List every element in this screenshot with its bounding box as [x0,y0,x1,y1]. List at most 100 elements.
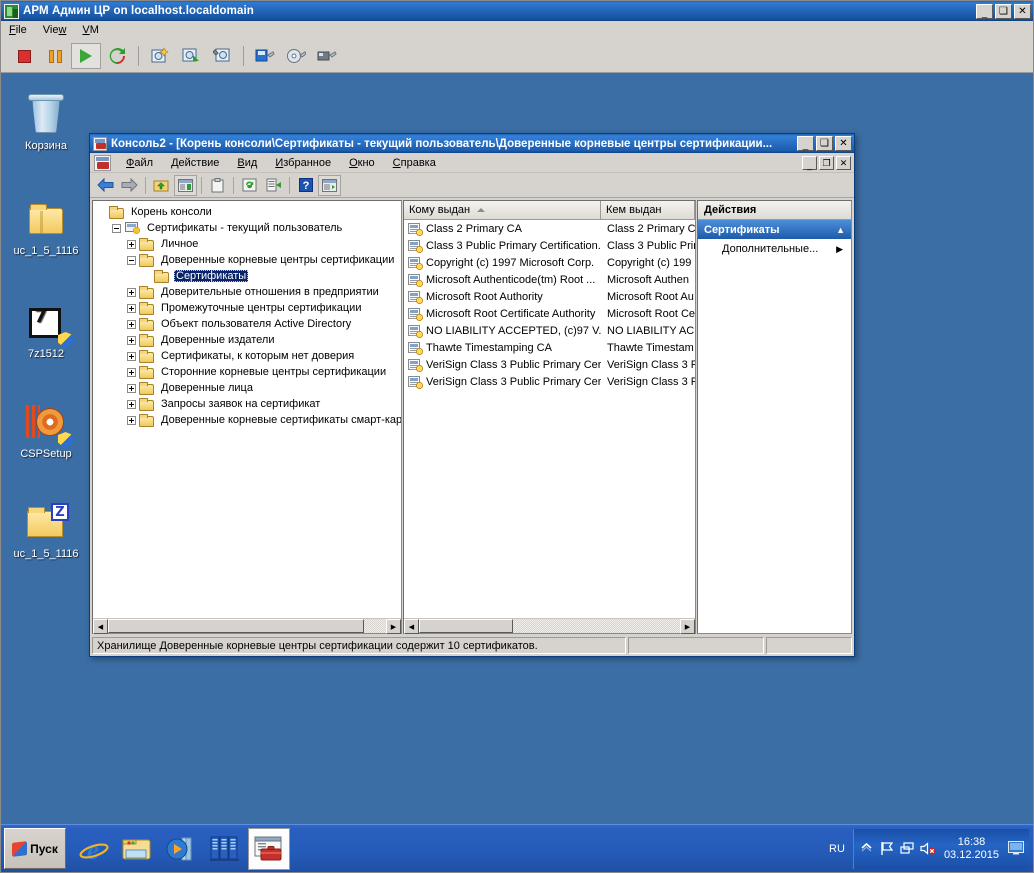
vm-menu-file[interactable]: File [9,24,27,36]
list-scroll-left-button[interactable]: ◀ [404,619,419,634]
expand-icon[interactable] [127,319,136,329]
vm-menu-vm[interactable]: VM [82,24,99,36]
mmc-system-menu-icon[interactable] [94,154,111,171]
tree-item[interactable]: Сертификаты - текущий пользователь [97,220,401,236]
tree-scroll-track[interactable] [108,619,386,633]
tray-show-hidden-icon[interactable] [860,841,875,856]
desktop-icon-uc-zip[interactable]: Z uc_1_5_1116 [3,503,89,561]
expand-icon[interactable] [127,335,136,345]
menu-window[interactable]: Окно [340,157,384,169]
tree-item[interactable]: Доверенные издатели [97,332,401,348]
tray-flag-icon[interactable] [880,841,895,856]
tree-scroll-left-button[interactable]: ◀ [93,619,108,634]
desktop[interactable]: Корзина uc_1_5_1116 7 7z1512 CSPSetup Z … [1,73,1033,872]
tree-item[interactable]: Объект пользователя Active Directory [97,316,401,332]
table-row[interactable]: Microsoft Root Certificate Authority Micr… [404,305,695,322]
reset-button[interactable] [102,43,132,69]
taskbar-media-player[interactable] [160,828,202,870]
tree-hscrollbar[interactable]: ◀ ▶ [93,618,401,634]
console-tree[interactable]: Корень консоли Сертификаты - текущий поль… [93,201,401,618]
chevron-up-icon[interactable]: ▲ [836,225,845,235]
expand-icon[interactable] [127,287,136,297]
menu-view[interactable]: Вид [228,157,266,169]
expand-icon[interactable] [127,367,136,377]
table-row[interactable]: Copyright (c) 1997 Microsoft Corp. Copyri… [404,254,695,271]
tray-language-indicator[interactable]: RU [825,843,853,855]
forward-button[interactable] [118,175,141,196]
mmc-minimize-button[interactable]: _ [797,136,814,151]
snapshot-take-button[interactable] [145,43,175,69]
refresh-button[interactable] [238,175,261,196]
action-more[interactable]: Дополнительные... ▶ [698,239,851,259]
tree-item[interactable]: Сертификаты, к которым нет доверия [97,348,401,364]
mmc-maximize-button[interactable]: ❑ [816,136,833,151]
show-hide-tree-button[interactable] [174,174,197,196]
tree-item[interactable]: Сторонние корневые центры сертификации [97,364,401,380]
power-on-button[interactable] [71,43,101,69]
tree-item[interactable]: Сертификаты [97,268,401,284]
vm-settings-button[interactable] [250,43,280,69]
help-button[interactable]: ? [294,175,317,196]
expand-icon[interactable] [127,239,136,249]
menu-file[interactable]: Файл [117,157,162,169]
desktop-icon-cspsetup[interactable]: CSPSetup [3,403,89,461]
collapse-icon[interactable] [127,255,136,265]
table-row[interactable]: Microsoft Authenticode(tm) Root ... Micro… [404,271,695,288]
taskbar-explorer[interactable] [116,828,158,870]
vm-menu-view[interactable]: View [43,24,67,36]
snapshot-manager-button[interactable] [207,43,237,69]
list-scroll-track[interactable] [419,619,680,633]
table-row[interactable]: NO LIABILITY ACCEPTED, (c)97 V... NO LIAB… [404,322,695,339]
vm-minimize-button[interactable]: _ [976,3,993,19]
mmc-close-button[interactable]: ✕ [835,136,852,151]
power-off-button[interactable] [9,43,39,69]
table-row[interactable]: Microsoft Root Authority Microsoft Root A… [404,288,695,305]
tree-item[interactable]: Доверенные корневые сертификаты смарт-ка… [97,412,401,428]
desktop-icon-uc-folder[interactable]: uc_1_5_1116 [3,200,89,258]
menu-help[interactable]: Справка [384,157,445,169]
tree-item[interactable]: Личное [97,236,401,252]
list-hscrollbar[interactable]: ◀ ▶ [404,618,695,634]
tree-scroll-thumb[interactable] [108,619,364,633]
tree-item[interactable]: Доверенные лица [97,380,401,396]
mdi-close-button[interactable]: ✕ [836,155,851,170]
up-one-level-button[interactable] [150,175,173,196]
vm-close-button[interactable]: ✕ [1014,3,1031,19]
tray-volume-muted-icon[interactable] [920,841,936,856]
tree-item[interactable]: Запросы заявок на сертификат [97,396,401,412]
desktop-icon-7z1512[interactable]: 7 7z1512 [3,303,89,361]
vm-maximize-button[interactable]: ❑ [995,3,1012,19]
usb-settings-button[interactable] [312,43,342,69]
table-row[interactable]: VeriSign Class 3 Public Primary Cer... Ve… [404,356,695,373]
snapshot-revert-button[interactable] [176,43,206,69]
taskbar-server-manager[interactable] [204,828,246,870]
suspend-button[interactable] [40,43,70,69]
copy-button[interactable] [206,175,229,196]
tray-clock[interactable]: 16:38 03.12.2015 [940,836,1003,862]
tree-item[interactable]: Промежуточные центры сертификации [97,300,401,316]
menu-action[interactable]: Действие [162,157,228,169]
tree-scroll-right-button[interactable]: ▶ [386,619,401,634]
tray-network-icon[interactable] [900,841,915,856]
table-row[interactable]: VeriSign Class 3 Public Primary Cer... Ve… [404,373,695,390]
start-button[interactable]: Пуск [4,828,66,869]
actions-group-certificates[interactable]: Сертификаты ▲ [698,220,851,239]
expand-icon[interactable] [127,399,136,409]
back-button[interactable] [94,175,117,196]
expand-icon[interactable] [127,415,136,425]
collapse-icon[interactable] [112,223,121,233]
tree-item[interactable]: Доверительные отношения в предприятии [97,284,401,300]
table-row[interactable]: Class 2 Primary CA Class 2 Primary C [404,220,695,237]
show-action-pane-button[interactable] [318,174,341,196]
expand-icon[interactable] [127,303,136,313]
expand-icon[interactable] [127,383,136,393]
desktop-icon-recycle-bin[interactable]: Корзина [3,94,89,153]
taskbar-internet-explorer[interactable]: e [72,828,114,870]
list-scroll-right-button[interactable]: ▶ [680,619,695,634]
export-list-button[interactable] [262,175,285,196]
table-row[interactable]: Thawte Timestamping CA Thawte Timestam [404,339,695,356]
table-row[interactable]: Class 3 Public Primary Certification... C… [404,237,695,254]
tree-item[interactable]: Доверенные корневые центры сертификации [97,252,401,268]
taskbar-mmc-console[interactable] [248,827,290,870]
column-issued-by[interactable]: Кем выдан [601,201,695,220]
